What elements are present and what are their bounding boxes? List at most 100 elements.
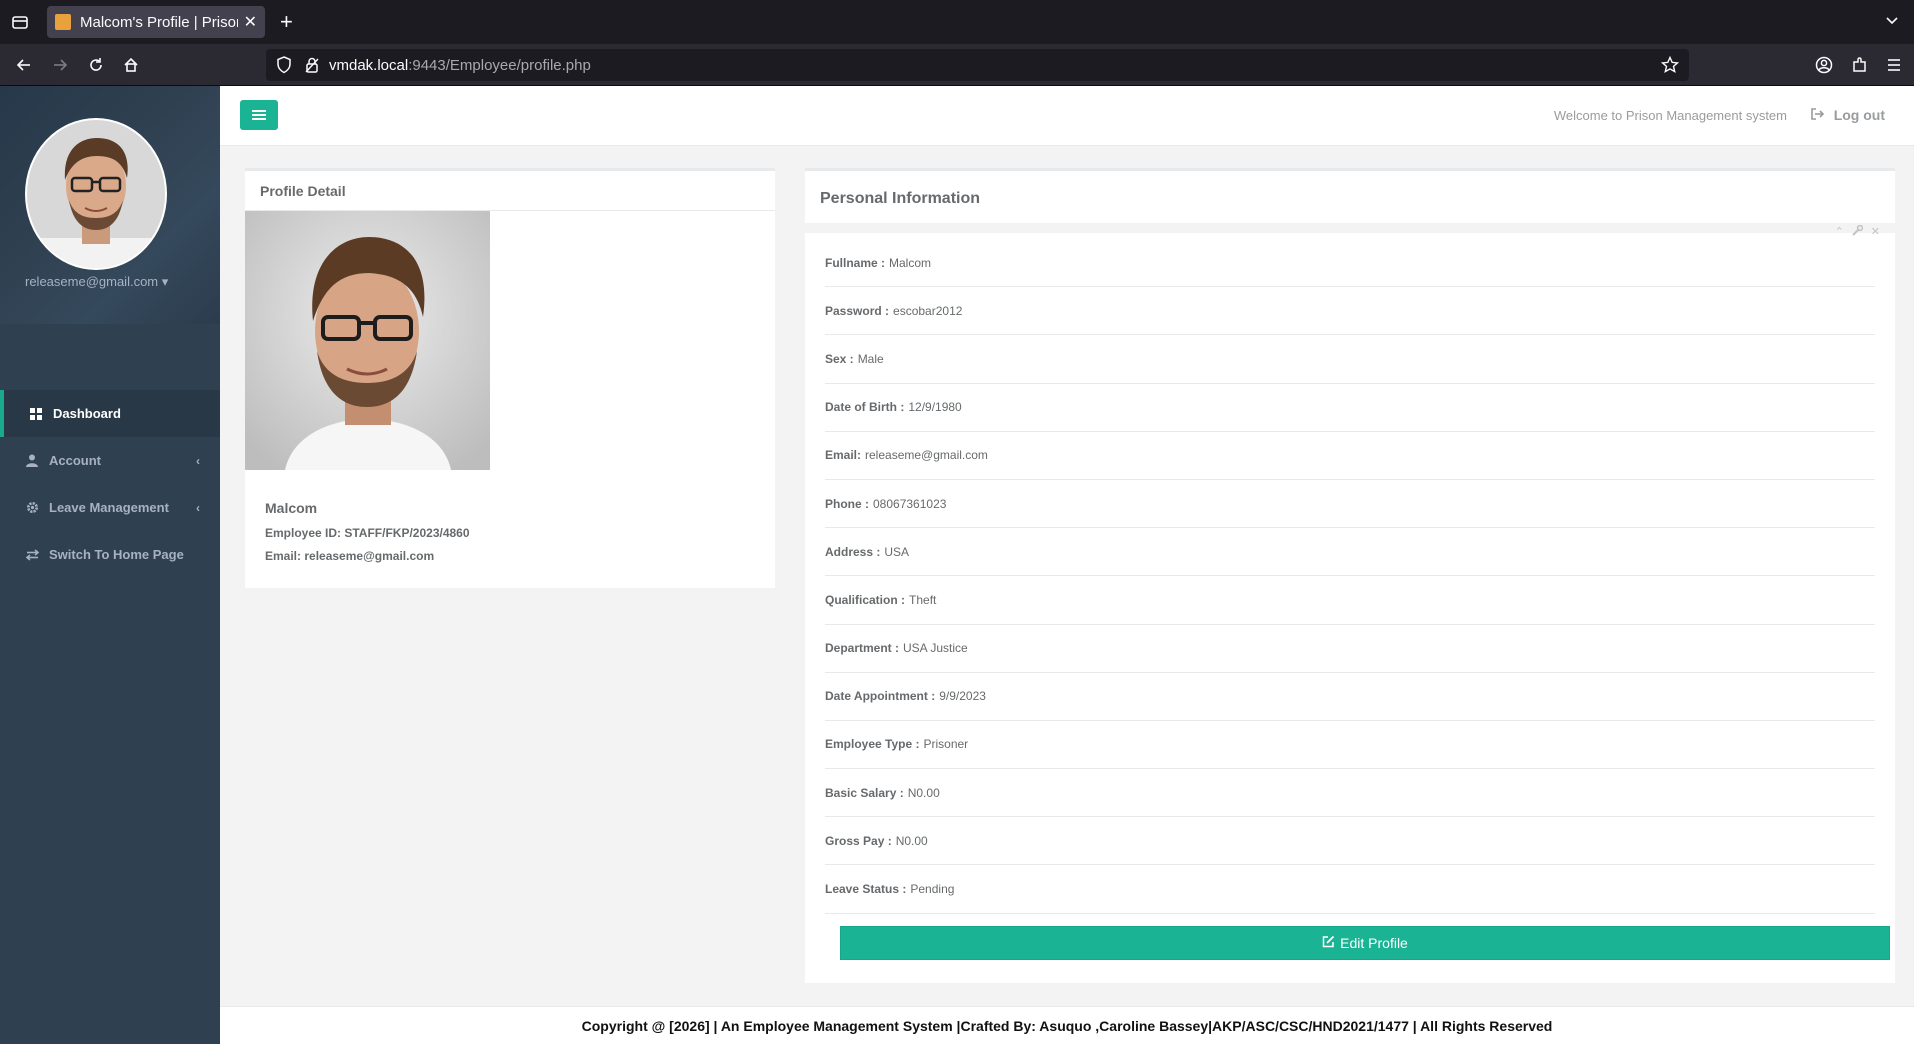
new-tab-button[interactable]: +: [280, 10, 293, 34]
browser-nav-bar: vmdak.local:9443/Employee/profile.php: [0, 44, 1914, 86]
page: releaseme@gmail.com ▾ Dashboard Account …: [0, 86, 1914, 1044]
reload-icon[interactable]: [86, 55, 106, 75]
exchange-icon: [25, 548, 39, 561]
panel-divider: [805, 223, 1895, 233]
field-value: Pending: [910, 882, 955, 897]
sidebar-item-leave-management[interactable]: Leave Management ‹: [0, 484, 220, 531]
lock-icon[interactable]: [304, 56, 320, 78]
field-label: Gross Pay :: [825, 833, 892, 848]
field-value: releaseme@gmail.com: [865, 448, 988, 463]
field-value: USA: [884, 544, 910, 559]
field-value: N0.00: [895, 833, 928, 848]
list-item: Qualification : Theft: [825, 576, 1875, 625]
list-item: Email: releaseme@gmail.com: [825, 432, 1875, 480]
sidebar-toggle-button[interactable]: [240, 100, 278, 130]
avatar[interactable]: [25, 118, 167, 270]
close-icon[interactable]: ✕: [1871, 225, 1880, 239]
field-label: Date Appointment :: [825, 689, 936, 704]
extensions-icon[interactable]: [1850, 55, 1870, 75]
personal-info-title: Personal Information: [820, 190, 981, 207]
cog-icon: [25, 501, 39, 514]
field-value: 12/9/1980: [908, 400, 962, 415]
list-item: Password : escobar2012: [825, 287, 1875, 336]
wrench-icon[interactable]: [1852, 224, 1863, 239]
account-icon[interactable]: [1814, 55, 1834, 75]
field-label: Date of Birth :: [825, 400, 905, 415]
top-navbar: Welcome to Prison Management system Log …: [220, 86, 1914, 146]
list-item: Employee Type : Prisoner: [825, 721, 1875, 770]
tab-close-icon[interactable]: ✕: [244, 12, 257, 32]
collapse-icon[interactable]: ⌃: [1835, 225, 1844, 239]
personal-info-panel: Personal Information ⌃ ✕ Fullname : Malco…: [805, 168, 1895, 983]
sidebar-item-switch-home[interactable]: Switch To Home Page: [0, 531, 220, 578]
sidebar-nav: Dashboard Account ‹ Leave Management ‹ S…: [0, 390, 220, 578]
edit-icon: [1322, 935, 1335, 951]
bookmark-star-icon[interactable]: [1660, 55, 1680, 78]
sidebar-item-label: Account: [49, 453, 101, 468]
field-label: Employee Type :: [825, 737, 920, 752]
home-icon[interactable]: [121, 55, 141, 75]
logout-link[interactable]: Log out: [1810, 107, 1885, 123]
browser-tab-bar: Malcom's Profile | Prison Management sys…: [0, 0, 1914, 44]
field-value: Theft: [909, 592, 937, 607]
sidebar-item-label: Dashboard: [53, 406, 121, 421]
field-label: Leave Status :: [825, 882, 907, 897]
profile-detail-panel: Profile Detail Malcom Employee ID: STAFF…: [245, 168, 775, 588]
tab-list-icon[interactable]: [10, 12, 30, 32]
field-value: USA Justice: [903, 641, 968, 656]
list-item: Date Appointment :9/9/2023: [825, 673, 1875, 721]
shield-icon[interactable]: [276, 56, 292, 78]
url-host: vmdak.local: [329, 57, 409, 74]
welcome-message: Welcome to Prison Management system: [1553, 108, 1787, 123]
edit-profile-button[interactable]: Edit Profile: [840, 926, 1890, 960]
panel-tools: ⌃ ✕: [1835, 224, 1880, 239]
caret-down-icon: ▾: [161, 274, 169, 289]
list-item: Address : USA: [825, 528, 1875, 577]
profile-detail-title: Profile Detail: [245, 171, 775, 211]
sign-out-icon: [1810, 107, 1824, 123]
forward-icon[interactable]: [50, 55, 70, 75]
chevron-down-icon[interactable]: [1884, 12, 1900, 33]
user-icon: [25, 454, 39, 467]
profile-photo: [245, 211, 490, 470]
sidebar-item-account[interactable]: Account ‹: [0, 437, 220, 484]
field-label: Fullname :: [825, 255, 886, 270]
employee-id: Employee ID: STAFF/FKP/2023/4860: [265, 526, 470, 540]
field-label: Phone :: [825, 496, 869, 511]
back-icon[interactable]: [14, 55, 34, 75]
list-item: Date of Birth :12/9/1980: [825, 384, 1875, 432]
footer-copyright: Copyright @ [2026] | An Employee Managem…: [581, 1018, 1553, 1034]
sidebar-profile: releaseme@gmail.com ▾: [0, 86, 220, 324]
list-item: Phone : 08067361023: [825, 480, 1875, 529]
employee-email: Email: releaseme@gmail.com: [265, 549, 435, 563]
tab-title: Malcom's Profile | Prison Management sys…: [80, 13, 238, 31]
field-value: Malcom: [889, 255, 932, 270]
user-email-dropdown[interactable]: releaseme@gmail.com ▾: [25, 274, 168, 290]
field-label: Email:: [825, 448, 862, 463]
url-path: :9443/Employee/profile.php: [408, 57, 591, 74]
logout-label: Log out: [1833, 107, 1885, 123]
field-value: 9/9/2023: [939, 689, 986, 704]
footer: Copyright @ [2026] | An Employee Managem…: [220, 1006, 1914, 1044]
user-email: releaseme@gmail.com: [25, 274, 159, 289]
list-item: Gross Pay : N0.00: [825, 817, 1875, 866]
menu-icon[interactable]: [1884, 55, 1904, 75]
bars-icon: [252, 110, 266, 120]
url-text: vmdak.local:9443/Employee/profile.php: [329, 57, 591, 74]
field-label: Department :: [825, 641, 900, 656]
angle-left-icon: ‹: [196, 500, 200, 515]
browser-tab[interactable]: Malcom's Profile | Prison Management sys…: [47, 6, 265, 38]
list-item: Fullname : Malcom: [825, 239, 1875, 288]
list-item: Sex : Male: [825, 335, 1875, 384]
list-item: Department : USA Justice: [825, 625, 1875, 673]
field-value: Prisoner: [923, 737, 969, 752]
angle-left-icon: ‹: [196, 453, 200, 468]
field-value: N0.00: [907, 785, 940, 800]
address-bar[interactable]: vmdak.local:9443/Employee/profile.php: [266, 49, 1689, 81]
sidebar-item-dashboard[interactable]: Dashboard: [0, 390, 220, 437]
employee-name: Malcom: [265, 500, 318, 516]
sidebar: releaseme@gmail.com ▾ Dashboard Account …: [0, 86, 220, 1044]
field-value: 08067361023: [873, 496, 947, 511]
edit-profile-label: Edit Profile: [1340, 935, 1408, 951]
site-favicon-icon: [55, 14, 71, 30]
